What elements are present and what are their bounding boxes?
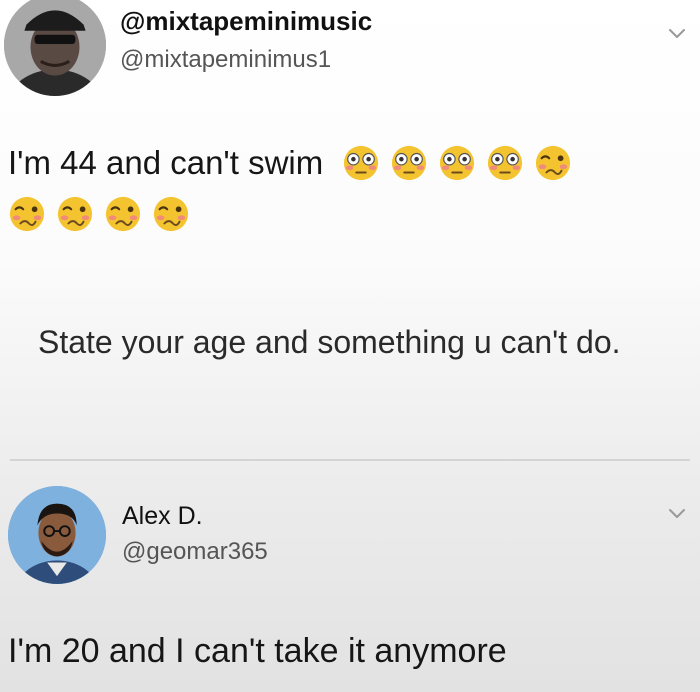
woozy-face-icon	[534, 144, 572, 182]
avatar[interactable]	[8, 486, 106, 584]
display-name[interactable]: @mixtapeminimusic	[120, 6, 372, 37]
flushed-face-icon	[342, 144, 380, 182]
display-name[interactable]: Alex D.	[122, 502, 203, 531]
user-handle[interactable]: @mixtapeminimus1	[120, 46, 331, 74]
chevron-down-icon[interactable]	[666, 22, 688, 44]
avatar[interactable]	[4, 0, 106, 96]
flushed-face-icon	[438, 144, 476, 182]
woozy-face-icon	[104, 195, 142, 233]
tweet-body: I'm 44 and can't swim	[8, 144, 324, 181]
emoji-line	[0, 193, 688, 234]
user-handle[interactable]: @geomar365	[122, 538, 268, 566]
tweet-alex-d: Alex D. @geomar365 I'm 20 and I can't ta…	[0, 462, 700, 692]
man-with-glasses-avatar-icon	[8, 486, 106, 584]
divider	[10, 459, 690, 461]
man-in-cap-avatar-icon	[4, 0, 106, 96]
woozy-face-icon	[8, 195, 46, 233]
chevron-down-icon[interactable]	[666, 502, 688, 524]
tweet-text: I'm 44 and can't swim	[8, 142, 688, 235]
flushed-face-icon	[486, 144, 524, 182]
flushed-face-icon	[390, 144, 428, 182]
woozy-face-icon	[56, 195, 94, 233]
woozy-face-icon	[152, 195, 190, 233]
quoted-tweet-text: State your age and something u can't do.	[38, 324, 621, 360]
tweet-text: I'm 20 and I can't take it anymore	[8, 632, 507, 670]
tweet-mixtapeminimusic: @mixtapeminimusic @mixtapeminimus1 I'm 4…	[0, 0, 700, 300]
